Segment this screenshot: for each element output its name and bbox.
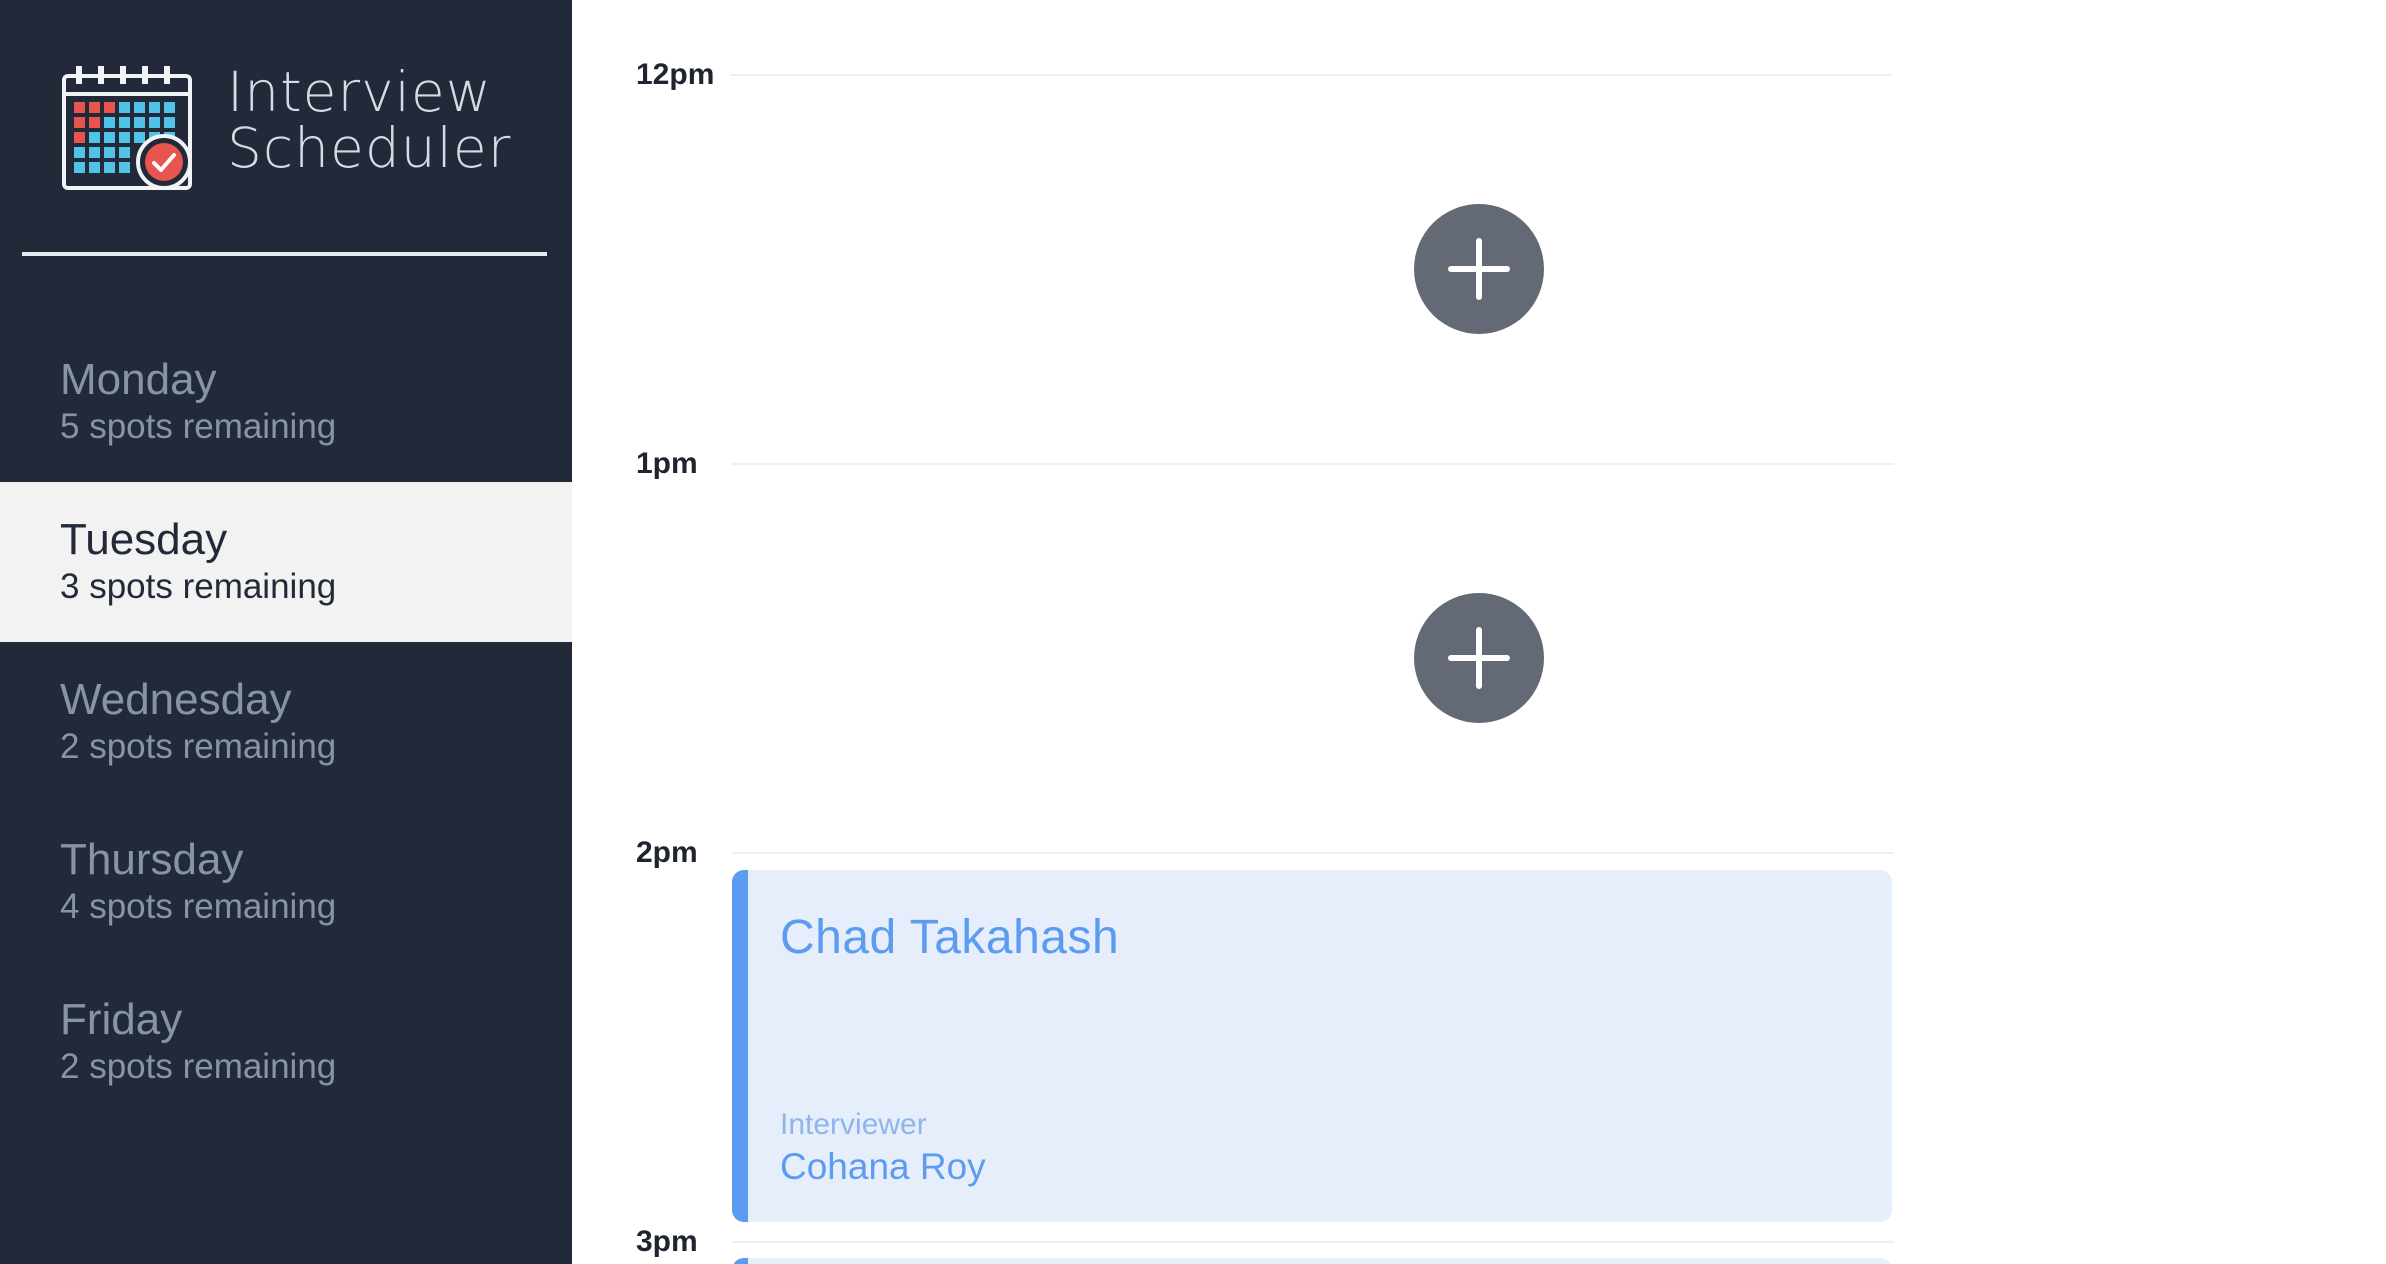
slot-1pm: 1pm	[572, 389, 2386, 778]
day-item-friday[interactable]: Friday 2 spots remaining	[0, 962, 572, 1122]
day-name: Wednesday	[60, 675, 292, 724]
add-appointment-button[interactable]	[1414, 593, 1544, 723]
app-title: Interview Scheduler	[227, 64, 511, 176]
day-name: Monday	[60, 355, 217, 404]
schedule: 12pm 1pm 2pm Chad Takahash Interviewer C…	[572, 0, 2386, 1264]
app-root: Interview Scheduler Monday 5 spots remai…	[0, 0, 2386, 1264]
sidebar: Interview Scheduler Monday 5 spots remai…	[0, 0, 572, 1264]
calendar-check-icon	[62, 66, 192, 190]
slot-divider	[732, 852, 1894, 854]
day-name: Tuesday	[60, 515, 228, 564]
plus-icon	[1448, 627, 1510, 689]
day-list: Monday 5 spots remaining Tuesday 3 spots…	[0, 322, 572, 1122]
day-spots-remaining: 4 spots remaining	[60, 887, 337, 926]
brand: Interview Scheduler	[62, 64, 522, 194]
sidebar-divider	[22, 252, 547, 256]
slot-divider	[732, 1241, 1894, 1243]
day-name: Friday	[60, 995, 183, 1044]
day-item-thursday[interactable]: Thursday 4 spots remaining	[0, 802, 572, 962]
app-title-line-2: Scheduler	[227, 116, 512, 180]
day-spots-remaining: 3 spots remaining	[60, 567, 337, 606]
slot-divider	[732, 463, 1894, 465]
day-item-wednesday[interactable]: Wednesday 2 spots remaining	[0, 642, 572, 802]
day-spots-remaining: 5 spots remaining	[60, 407, 337, 446]
day-name: Thursday	[60, 835, 244, 884]
slot-12pm: 12pm	[572, 0, 2386, 389]
interviewer-label: Interviewer	[780, 1108, 927, 1141]
day-item-monday[interactable]: Monday 5 spots remaining	[0, 322, 572, 482]
slot-time: 12pm	[636, 58, 715, 91]
day-spots-remaining: 2 spots remaining	[60, 1047, 337, 1086]
student-name: Chad Takahash	[780, 911, 1120, 964]
plus-icon	[1448, 238, 1510, 300]
slot-time: 2pm	[636, 836, 698, 869]
slot-time: 1pm	[636, 447, 698, 480]
add-appointment-button[interactable]	[1414, 204, 1544, 334]
slot-divider	[730, 74, 1892, 76]
slot-time: 3pm	[636, 1225, 698, 1258]
day-item-tuesday[interactable]: Tuesday 3 spots remaining	[0, 482, 572, 642]
app-title-line-1: Interview	[227, 60, 492, 124]
appointment-card-partial[interactable]	[732, 1258, 1892, 1264]
slot-3pm: 3pm	[572, 1167, 2386, 1264]
day-spots-remaining: 2 spots remaining	[60, 727, 337, 766]
